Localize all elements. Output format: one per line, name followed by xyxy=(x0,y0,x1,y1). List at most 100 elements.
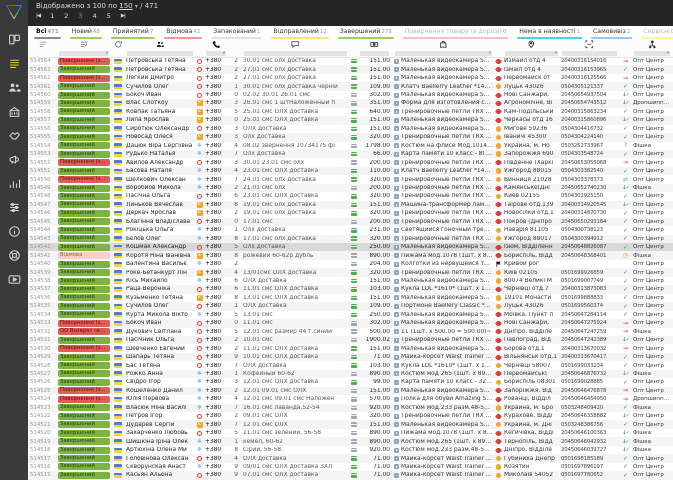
tracking-number[interactable]: 20450646039727 xyxy=(561,447,620,453)
client-phone[interactable]: +380 xyxy=(205,168,229,174)
client-phone[interactable]: +380 xyxy=(205,177,229,183)
tracking-number[interactable]: 20450646476878 xyxy=(561,388,620,394)
table-row[interactable]: 514521 Завершений Дударев Сергій lc +380 7 12.… xyxy=(28,420,673,429)
filter-input[interactable]: ▾ xyxy=(59,51,109,56)
table-row[interactable]: 514558 Завершений Ковпак Татьяна lc +380 5 25.… xyxy=(28,108,673,116)
tracking-number[interactable]: 0504302925150 xyxy=(561,193,620,199)
filter-input[interactable] xyxy=(360,51,389,56)
table-row[interactable]: 514538 Завершений Кісь Михайло ❄ +380 6 ОЛХ до… xyxy=(28,277,673,285)
tracking-number[interactable]: 20450647242389 xyxy=(561,337,620,343)
info-icon[interactable] xyxy=(0,219,28,243)
table-row[interactable]: 514555 Завершений Новосад Олеся lc +380 3 Олх … xyxy=(28,133,673,142)
client-phone[interactable]: +380 xyxy=(205,210,229,216)
tracking-number[interactable]: 20450646042932 xyxy=(561,439,620,445)
table-row[interactable]: 514545 Завершений Благінна Владіслава +380 0… xyxy=(28,217,673,227)
table-row[interactable]: 514515 Завершений Касьян Альона +380 9 07.01 … xyxy=(28,471,673,480)
client-phone[interactable]: +380 xyxy=(205,67,229,73)
filter-input[interactable]: ▾ xyxy=(395,51,492,56)
tracking-number[interactable]: 20400314920545 xyxy=(561,202,620,208)
tracking-number[interactable]: 0501697896197 xyxy=(561,464,620,470)
tracking-number[interactable]: 0501698185189 xyxy=(561,456,620,462)
column-filter-icon[interactable] xyxy=(58,40,112,49)
table-row[interactable]: 514520 Завершений Захарченко Любовь +380 5 11… xyxy=(28,429,673,437)
tab-status-5[interactable]: Відправлений12 xyxy=(271,26,329,39)
table-row[interactable]: 514530 Повернення (з... Шевченко Евгений +3… xyxy=(28,344,673,353)
table-row[interactable]: 514519 Завершений Шишкіна Іріна Олек ❄ +380 1… xyxy=(28,437,673,446)
page-number-4[interactable]: 4 xyxy=(93,12,97,20)
client-phone[interactable]: +380 xyxy=(205,363,229,369)
tracking-number[interactable]: 0501699033234 xyxy=(561,363,620,369)
table-row[interactable]: 514516 Завершений Скворунская Анаст ❄ +380 9 0… xyxy=(28,463,673,471)
table-row[interactable]: 514537 Завершений Раца Вероніка +380 6 11.01 … xyxy=(28,285,673,294)
client-phone[interactable]: +380 xyxy=(205,405,229,411)
client-phone[interactable]: +380 xyxy=(205,244,229,250)
client-phone[interactable]: +380 xyxy=(205,58,229,64)
table-row[interactable]: 514526 Завершений Свідро Ігор ❄ +380 3 12.01 с… xyxy=(28,378,673,386)
client-phone[interactable]: +380 xyxy=(205,270,229,276)
client-phone[interactable]: +380 xyxy=(205,439,229,445)
page-size-dropdown[interactable]: 150 xyxy=(119,2,132,10)
tracking-number[interactable]: 20400316153965 xyxy=(561,67,620,73)
table-row[interactable]: 514549 Завершений Воробйов Микола ❄ +380 2 21.… xyxy=(28,183,673,193)
table-row[interactable]: 514518 Завершений Артюхіна Олена Ми ❄ +380 8 С… xyxy=(28,446,673,454)
filter-input[interactable] xyxy=(562,51,617,56)
tracking-number[interactable]: 0501699888833 xyxy=(561,295,620,301)
product-column-icon[interactable] xyxy=(392,40,495,49)
tracking-number[interactable]: 0501699926859 xyxy=(561,270,620,276)
refresh-icon[interactable] xyxy=(112,40,126,49)
client-phone[interactable]: +380 xyxy=(205,329,229,335)
tracking-number[interactable]: 0501699028885 xyxy=(561,379,620,385)
tracking-number[interactable]: 20450648368401 xyxy=(561,253,620,259)
client-phone[interactable]: +380 xyxy=(205,396,229,402)
tracking-number[interactable]: 20450646100363 xyxy=(561,430,620,436)
column-sort-icon[interactable] xyxy=(28,40,58,49)
client-phone[interactable]: +380 xyxy=(205,354,229,360)
video-icon[interactable] xyxy=(0,267,28,291)
tracking-number[interactable]: 0504303382540 xyxy=(561,168,620,174)
table-row[interactable]: 514564 Повернення (з... Петровська Тетяна +… xyxy=(28,57,673,65)
table-row[interactable]: 514534 Завершений Курта Микола Вікто ❄ +380 5… xyxy=(28,311,673,319)
client-phone[interactable]: +380 xyxy=(205,286,229,292)
app-logo-icon[interactable] xyxy=(4,3,24,21)
client-phone[interactable]: +380 xyxy=(205,303,229,309)
tracking-number[interactable]: 0504304416732 xyxy=(561,126,620,132)
tracking-number[interactable]: 20400316154016 xyxy=(561,58,620,64)
support-icon[interactable] xyxy=(0,243,28,267)
tracking-number[interactable]: 0504303378373 xyxy=(561,177,620,183)
client-phone[interactable]: +380 xyxy=(205,422,229,428)
tracking-number[interactable]: 20450647284114 xyxy=(561,312,620,318)
tracking-number[interactable]: 20400315863234 xyxy=(561,109,620,115)
client-phone[interactable]: +380 xyxy=(205,464,229,470)
client-phone[interactable]: +380 xyxy=(205,126,229,132)
table-row[interactable]: 514559 Завершений Влас Слоткоу lc +380 3 26.01… xyxy=(28,99,673,108)
filter-input[interactable] xyxy=(244,51,347,56)
client-phone[interactable]: +380 xyxy=(205,134,229,140)
tracking-number[interactable]: 0501697780652 xyxy=(561,472,620,478)
phone-column-icon[interactable] xyxy=(205,40,229,49)
table-row[interactable]: 514546 Завершений Деркач Ярослав lc +380 2 19.… xyxy=(28,209,673,217)
tracking-number[interactable]: 0503248386756 xyxy=(561,422,620,428)
tracking-number[interactable]: 20400313873083 xyxy=(561,286,620,292)
chevron-down-icon[interactable]: ▾ xyxy=(135,3,138,10)
client-phone[interactable]: +380 xyxy=(205,219,229,225)
last-page-icon[interactable]: ▶| xyxy=(121,13,126,19)
tracking-number[interactable]: 20450653055068 xyxy=(561,160,620,166)
table-row[interactable]: 514554 Завершений Дацюк Віра Сергіївна ❄ +38… xyxy=(28,142,673,150)
page-number-2[interactable]: 2 xyxy=(64,12,68,20)
tracking-number[interactable]: 0503252733967 xyxy=(561,143,620,149)
client-phone[interactable]: +380 xyxy=(205,151,229,157)
page-number-5[interactable]: 5 xyxy=(107,12,111,20)
tracking-number[interactable]: 20450646358882 xyxy=(561,413,620,419)
table-row[interactable]: 514529 Завершений Шапарь Тетяна +380 9 10.01 … xyxy=(28,352,673,362)
tracking-number[interactable]: 20400315860896 xyxy=(561,117,620,123)
client-phone[interactable]: +380 xyxy=(205,312,229,318)
table-row[interactable]: 514552 Повернення (з... Авилов Александр +3… xyxy=(28,158,673,167)
page-number-3[interactable]: 3 xyxy=(78,12,82,20)
table-row[interactable]: 514547 Завершений Линьков Вячеслав lc +380 8 1… xyxy=(28,200,673,210)
table-row[interactable]: 514525 Повернення (з... Кошеленко Данил ❄ +3… xyxy=(28,386,673,396)
clients-icon[interactable] xyxy=(0,75,28,99)
client-phone[interactable]: +380 xyxy=(205,413,229,419)
table-row[interactable]: 514522 Завершений Петров Ігор +380 2 09.01 см… xyxy=(28,412,673,420)
client-phone[interactable]: +380 xyxy=(205,379,229,385)
tracking-number[interactable]: 20450650293164 xyxy=(561,219,620,225)
